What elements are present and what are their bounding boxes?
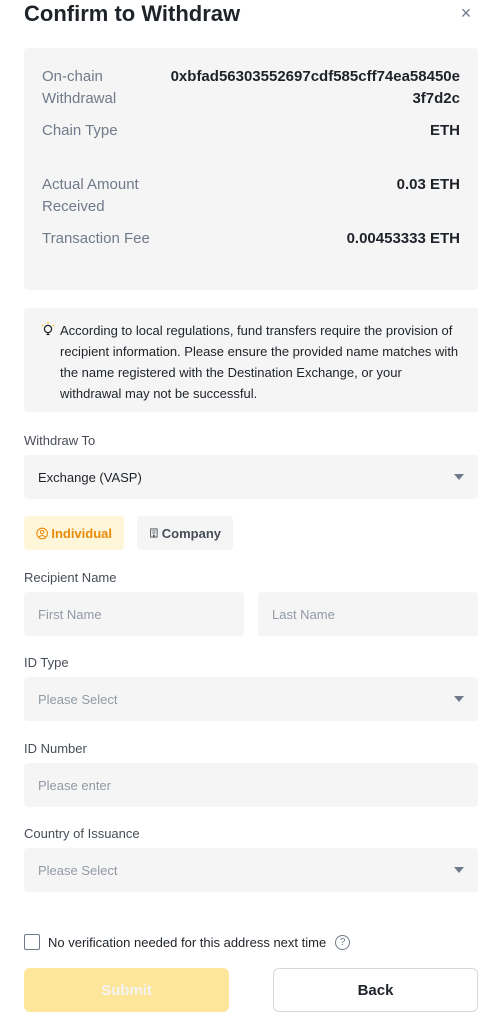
- country-placeholder: Please Select: [38, 862, 118, 878]
- question-circle-icon[interactable]: ?: [335, 934, 351, 950]
- building-icon: [150, 528, 158, 538]
- country-label: Country of Issuance: [24, 826, 140, 841]
- dialog-header: Confirm to Withdraw ×: [24, 0, 476, 30]
- id-number-label: ID Number: [24, 741, 87, 756]
- summary-value: 0.00453333 ETH: [346, 230, 460, 247]
- tab-individual[interactable]: Individual: [24, 516, 124, 550]
- dialog-title: Confirm to Withdraw: [24, 1, 241, 26]
- summary-row-chain: Chain Type ETH: [42, 120, 460, 166]
- back-button[interactable]: Back: [273, 968, 478, 1012]
- summary-value: ETH: [430, 122, 460, 139]
- recipient-name-label: Recipient Name: [24, 570, 117, 585]
- id-type-select[interactable]: Please Select: [24, 677, 478, 721]
- tab-company[interactable]: Company: [137, 516, 233, 550]
- summary-label: Chain Type: [42, 122, 118, 139]
- id-number-placeholder: Please enter: [38, 777, 111, 793]
- summary-label: On-chain Withdrawal: [42, 68, 117, 107]
- withdraw-to-label: Withdraw To: [24, 433, 96, 448]
- last-name-placeholder: Last Name: [272, 606, 335, 622]
- id-type-placeholder: Please Select: [38, 691, 118, 707]
- regulation-notice: According to local regulations, fund tra…: [24, 308, 478, 412]
- user-circle-icon: [36, 527, 48, 539]
- verification-option: No verification needed for this address …: [24, 934, 351, 950]
- id-type-label: ID Type: [24, 655, 69, 670]
- summary-row-address: On-chain Withdrawal 0xbfad56303552697cdf…: [42, 66, 460, 112]
- close-icon[interactable]: ×: [456, 3, 476, 23]
- withdraw-to-value: Exchange (VASP): [38, 469, 142, 485]
- first-name-placeholder: First Name: [38, 606, 102, 622]
- first-name-input[interactable]: First Name: [24, 592, 244, 636]
- caret-down-icon: [454, 474, 464, 480]
- submit-button[interactable]: Submit: [24, 968, 229, 1012]
- notice-text: According to local regulations, fund tra…: [60, 323, 459, 401]
- verification-label: No verification needed for this address …: [48, 934, 327, 950]
- country-select[interactable]: Please Select: [24, 848, 478, 892]
- summary-row-amount: Actual Amount Received 0.03 ETH: [42, 174, 460, 220]
- withdraw-summary-panel: On-chain Withdrawal 0xbfad56303552697cdf…: [24, 48, 478, 290]
- id-number-input[interactable]: Please enter: [24, 763, 478, 807]
- summary-row-fee: Transaction Fee 0.00453333 ETH: [42, 228, 460, 274]
- summary-label: Actual Amount Received: [42, 176, 139, 215]
- caret-down-icon: [454, 867, 464, 873]
- verification-checkbox[interactable]: [24, 934, 40, 950]
- tab-individual-label: Individual: [51, 525, 112, 541]
- withdraw-to-select[interactable]: Exchange (VASP): [24, 455, 478, 499]
- summary-value: 0xbfad56303552697cdf585cff74ea58450e3f7d…: [170, 68, 460, 107]
- caret-down-icon: [454, 696, 464, 702]
- summary-label: Transaction Fee: [42, 230, 150, 247]
- last-name-input[interactable]: Last Name: [258, 592, 478, 636]
- tab-company-label: Company: [161, 525, 221, 541]
- lightbulb-icon: [40, 321, 58, 412]
- summary-value: 0.03 ETH: [396, 176, 460, 193]
